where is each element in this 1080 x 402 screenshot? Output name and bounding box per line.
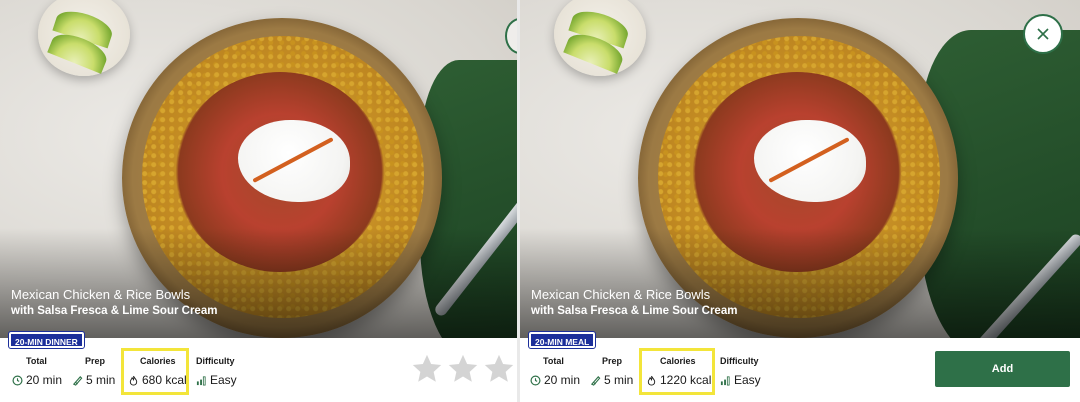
stat-difficulty-label: Difficulty (720, 356, 759, 366)
knife-icon (590, 375, 601, 386)
stat-total-label: Total (543, 356, 564, 366)
stat-total: Total 20 min (530, 356, 580, 388)
bar-chart-icon (720, 375, 730, 385)
stat-calories: Calories 1220 kcal (646, 356, 711, 388)
recipe-title: Mexican Chicken & Rice Bowls (11, 287, 191, 302)
stat-prep-value: 5 min (604, 373, 634, 387)
recipe-card-right: Mexican Chicken & Rice Bowls with Salsa … (520, 0, 1080, 402)
recipe-badge: 20-MIN DINNER (8, 331, 85, 349)
stat-prep: Prep 5 min (590, 356, 633, 388)
knife-icon (72, 375, 83, 386)
stat-difficulty: Difficulty Easy (196, 356, 237, 388)
stat-calories-label: Calories (660, 356, 696, 366)
flame-icon (647, 375, 656, 385)
recipe-photo: Mexican Chicken & Rice Bowls with Salsa … (520, 0, 1080, 338)
close-button-peek (505, 18, 517, 54)
stat-total-label: Total (26, 356, 47, 366)
star-icon[interactable] (446, 352, 480, 386)
clock-icon (12, 375, 23, 385)
stat-difficulty: Difficulty Easy (720, 356, 761, 388)
clock-icon (530, 375, 541, 385)
star-icon[interactable] (482, 352, 516, 386)
stat-calories-label: Calories (140, 356, 176, 366)
stat-total-value: 20 min (26, 373, 63, 387)
stat-difficulty-value: Easy (734, 373, 761, 387)
rating-stars[interactable] (410, 352, 516, 386)
recipe-subtitle: with Salsa Fresca & Lime Sour Cream (531, 305, 738, 317)
bar-chart-icon (196, 375, 206, 385)
stat-total: Total 20 min (12, 356, 62, 388)
star-icon[interactable] (410, 352, 444, 386)
close-icon (1037, 28, 1049, 40)
photo-gradient (520, 228, 1080, 338)
recipe-badge: 20-MIN MEAL (527, 331, 597, 349)
add-button[interactable]: Add (935, 351, 1070, 387)
stat-prep: Prep 5 min (72, 356, 115, 388)
stat-difficulty-label: Difficulty (196, 356, 235, 366)
stat-prep-label: Prep (602, 356, 623, 366)
recipe-subtitle: with Salsa Fresca & Lime Sour Cream (11, 305, 218, 317)
recipe-photo: Mexican Chicken & Rice Bowls with Salsa … (0, 0, 517, 338)
stat-prep-label: Prep (85, 356, 106, 366)
flame-icon (129, 375, 138, 385)
close-button[interactable] (1023, 14, 1063, 54)
stat-prep-value: 5 min (86, 373, 116, 387)
recipe-title: Mexican Chicken & Rice Bowls (531, 287, 711, 302)
stat-calories-value: 1220 kcal (660, 373, 712, 387)
stat-total-value: 20 min (544, 373, 581, 387)
photo-gradient (0, 228, 517, 338)
stat-calories-value: 680 kcal (142, 373, 187, 387)
recipe-card-left: Mexican Chicken & Rice Bowls with Salsa … (0, 0, 517, 402)
stat-difficulty-value: Easy (210, 373, 237, 387)
stat-calories: Calories 680 kcal (128, 356, 187, 388)
